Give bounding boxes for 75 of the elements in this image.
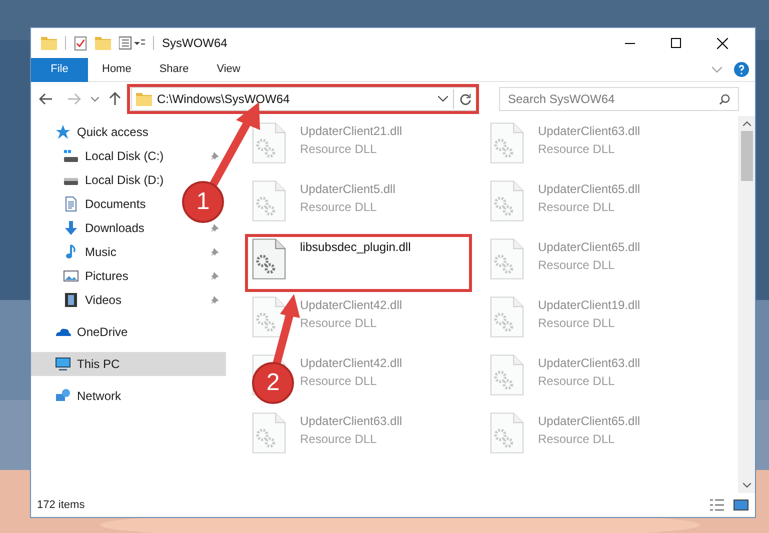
new-folder-icon xyxy=(95,36,111,50)
search-input[interactable]: Search SysWOW64 xyxy=(508,90,719,108)
up-arrow-icon[interactable] xyxy=(109,92,121,106)
refresh-icon[interactable] xyxy=(459,92,472,106)
details-view-icon[interactable] xyxy=(709,498,725,512)
file-type: Resource DLL xyxy=(300,431,378,448)
large-icons-view-icon[interactable] xyxy=(733,498,749,512)
nav-item[interactable]: Local Disk (C:) xyxy=(85,147,164,165)
nav-item[interactable]: Quick access xyxy=(77,123,148,141)
ribbon-tab[interactable]: File xyxy=(31,58,88,82)
help-icon[interactable] xyxy=(734,62,749,77)
nav-item[interactable]: Pictures xyxy=(85,267,128,285)
ribbon-tab[interactable]: Share xyxy=(145,58,203,82)
search-field[interactable]: Search SysWOW64 xyxy=(499,87,739,111)
folder-icon xyxy=(41,36,57,50)
nav-item[interactable]: Network xyxy=(77,387,122,405)
file-gear-icon xyxy=(490,412,524,454)
file-type: Resource DLL xyxy=(300,141,378,158)
file-gear-icon xyxy=(252,238,286,280)
back-arrow-icon[interactable] xyxy=(39,93,53,105)
nav-item[interactable]: Videos xyxy=(85,291,122,309)
chevron-down-icon[interactable] xyxy=(91,96,99,102)
document-icon xyxy=(63,196,79,212)
nav-item[interactable]: Music xyxy=(85,243,116,261)
pin-icon[interactable] xyxy=(210,295,220,305)
nav-item[interactable]: Downloads xyxy=(85,219,144,237)
file-gear-icon xyxy=(490,296,524,338)
file-gear-icon xyxy=(490,238,524,280)
file-gear-icon xyxy=(490,122,524,164)
file-gear-icon xyxy=(252,412,286,454)
picture-icon xyxy=(63,268,79,284)
file-type: Resource DLL xyxy=(300,315,378,332)
folder-icon xyxy=(136,92,152,106)
file-gear-icon xyxy=(252,122,286,164)
file-type: Resource DLL xyxy=(538,199,616,216)
file-gear-icon xyxy=(252,180,286,222)
star-icon xyxy=(55,124,71,140)
ribbon-tab[interactable]: Home xyxy=(88,58,146,82)
ribbon-tab[interactable]: View xyxy=(202,58,254,82)
drive-icon xyxy=(63,148,79,164)
scroll-down-icon[interactable] xyxy=(742,483,750,488)
scrollbar[interactable] xyxy=(738,116,755,493)
address-path: C:\Windows\SysWOW64 xyxy=(157,91,290,108)
file-type: Resource DLL xyxy=(538,257,616,274)
computer-icon xyxy=(55,356,71,372)
pin-icon[interactable] xyxy=(210,247,220,257)
file-gear-icon xyxy=(490,180,524,222)
window-title: SysWOW64 xyxy=(162,35,228,52)
scroll-thumb[interactable] xyxy=(740,131,752,181)
file-type: Resource DLL xyxy=(538,373,616,390)
network-icon xyxy=(55,388,71,404)
customize-toolbar-icon[interactable] xyxy=(119,36,145,50)
file-type: Resource DLL xyxy=(300,199,378,216)
nav-item[interactable]: Documents xyxy=(85,195,146,213)
nav-item[interactable]: OneDrive xyxy=(77,323,128,341)
close-icon xyxy=(716,38,728,48)
file-type: Resource DLL xyxy=(538,315,616,332)
film-icon xyxy=(63,292,79,308)
file-type: Resource DLL xyxy=(538,431,616,448)
pin-icon[interactable] xyxy=(210,271,220,281)
properties-icon[interactable] xyxy=(74,36,87,50)
chevron-down-icon[interactable] xyxy=(438,96,448,102)
file-type: Resource DLL xyxy=(538,141,616,158)
file-type: Resource DLL xyxy=(300,373,378,390)
item-count: 172 items xyxy=(37,498,85,513)
file-gear-icon xyxy=(490,354,524,396)
nav-item[interactable]: This PC xyxy=(77,355,120,373)
scroll-up-icon[interactable] xyxy=(742,121,750,126)
search-icon[interactable] xyxy=(719,94,730,104)
pin-icon[interactable] xyxy=(210,151,220,161)
file-name[interactable]: libsubsdec_plugin.dll xyxy=(300,238,411,256)
nav-item[interactable]: Local Disk (D:) xyxy=(85,171,164,189)
file-gear-icon xyxy=(252,296,286,338)
pin-icon[interactable] xyxy=(210,223,220,233)
download-icon xyxy=(63,220,79,236)
